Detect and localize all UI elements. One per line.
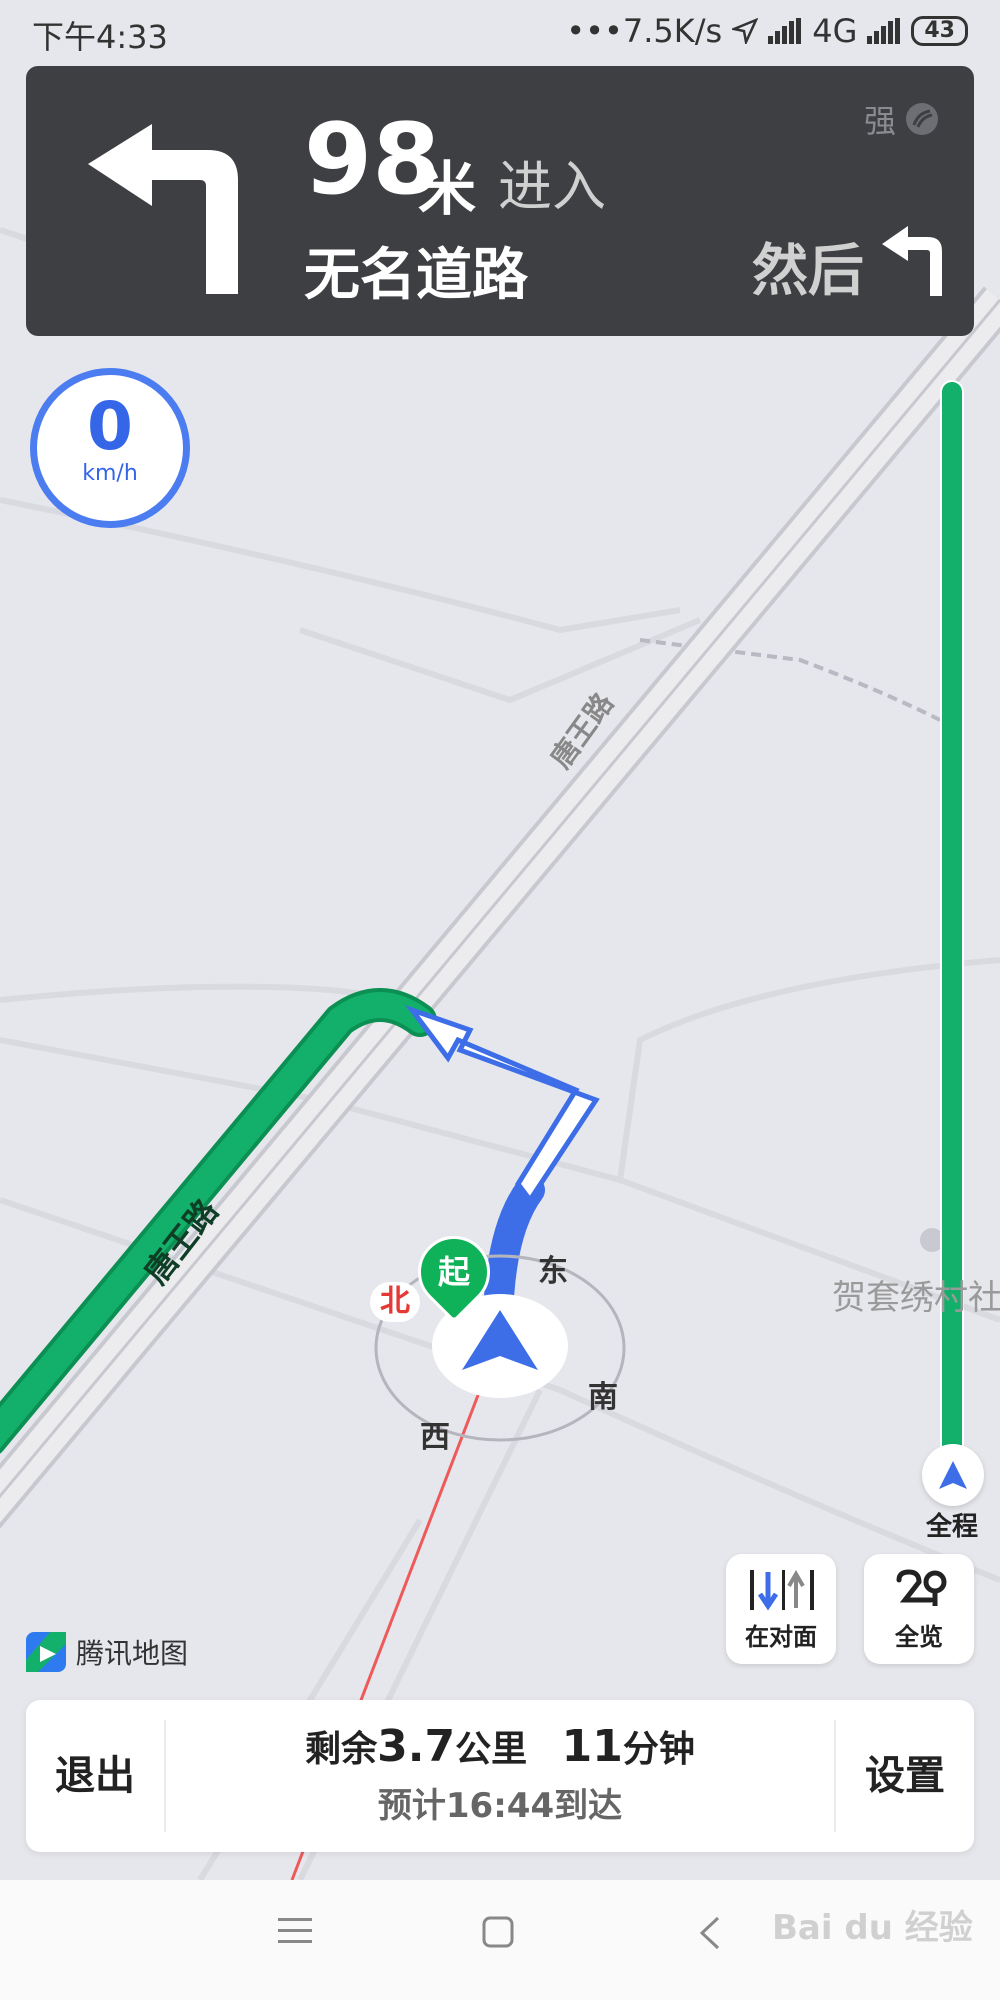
speed-value: 0	[87, 388, 133, 465]
home-icon[interactable]	[482, 1916, 514, 1948]
remaining-time: 11	[561, 1721, 623, 1772]
car-arrow-icon	[939, 1461, 967, 1489]
eta-time: 16:44	[445, 1786, 555, 1826]
location-arrow-icon	[732, 18, 759, 44]
eta-suffix: 到达	[554, 1786, 623, 1826]
remaining-time-unit: 分钟	[622, 1729, 695, 1770]
remaining-info: 剩余3.7公里 11分钟	[166, 1720, 834, 1772]
back-icon[interactable]	[698, 1916, 722, 1950]
signal-icon	[768, 18, 802, 44]
opposite-side-button[interactable]: 在对面	[726, 1554, 836, 1664]
next-road-name: 无名道路	[304, 243, 528, 308]
eta-prefix: 预计	[377, 1786, 446, 1826]
signal-icon-2	[867, 18, 901, 44]
status-time: 下午4:33	[32, 18, 168, 56]
network-speed: •••7.5K/s	[566, 12, 723, 50]
turn-left-small-arrow-icon	[882, 226, 942, 296]
tencent-map-logo-icon	[26, 1632, 66, 1672]
remaining-prefix: 剩余	[305, 1729, 378, 1770]
gps-signal-label: 强	[864, 102, 897, 140]
speedometer: 0 km/h	[30, 368, 190, 528]
gps-signal: 强	[864, 96, 940, 142]
compass-south: 南	[588, 1380, 618, 1415]
remaining-distance-unit: 公里	[455, 1729, 528, 1770]
progress-position-marker[interactable]	[922, 1444, 984, 1506]
trip-summary-panel: 退出 剩余3.7公里 11分钟 预计16:44到达 设置	[26, 1700, 974, 1852]
turn-left-arrow-icon	[88, 124, 238, 294]
start-marker-label: 起	[437, 1253, 470, 1291]
progress-label[interactable]: 全程	[926, 1506, 978, 1543]
exit-button[interactable]: 退出	[26, 1700, 164, 1852]
compass-north: 北	[370, 1282, 420, 1322]
poi-label[interactable]: 贺套绣村社	[832, 1270, 1000, 1319]
menu-icon[interactable]	[278, 1916, 312, 1946]
distance-unit: 米	[418, 155, 477, 223]
compass-east: 东	[538, 1254, 568, 1289]
trip-summary[interactable]: 剩余3.7公里 11分钟 预计16:44到达	[166, 1720, 834, 1827]
watermark: Bai du 经验	[772, 1908, 973, 1948]
turn-action: 进入	[498, 155, 606, 218]
remaining-distance: 3.7	[377, 1721, 456, 1772]
status-bar: 下午4:33 •••7.5K/s 4G 43	[0, 0, 1000, 64]
network-type: 4G	[812, 12, 858, 50]
overview-label: 全览	[895, 1623, 943, 1651]
app-logo-text: 腾讯地图	[76, 1637, 189, 1670]
battery-icon: 43	[911, 16, 968, 46]
compass-west: 西	[420, 1420, 450, 1455]
satellite-icon	[906, 103, 939, 135]
speed-unit: km/h	[82, 461, 138, 486]
opposite-side-label: 在对面	[745, 1623, 817, 1651]
guidance-card[interactable]: 98 米 进入 无名道路 强 然后	[26, 66, 974, 336]
app-logo: 腾讯地图	[26, 1632, 188, 1672]
eta-info: 预计16:44到达	[166, 1778, 834, 1827]
settings-button[interactable]: 设置	[836, 1700, 974, 1852]
overview-button[interactable]: 全览	[864, 1554, 974, 1664]
then-label: 然后	[752, 239, 864, 304]
opposite-lane-icon	[750, 1570, 814, 1611]
status-indicators: •••7.5K/s 4G 43	[566, 12, 968, 50]
route-overview-icon	[896, 1569, 947, 1606]
